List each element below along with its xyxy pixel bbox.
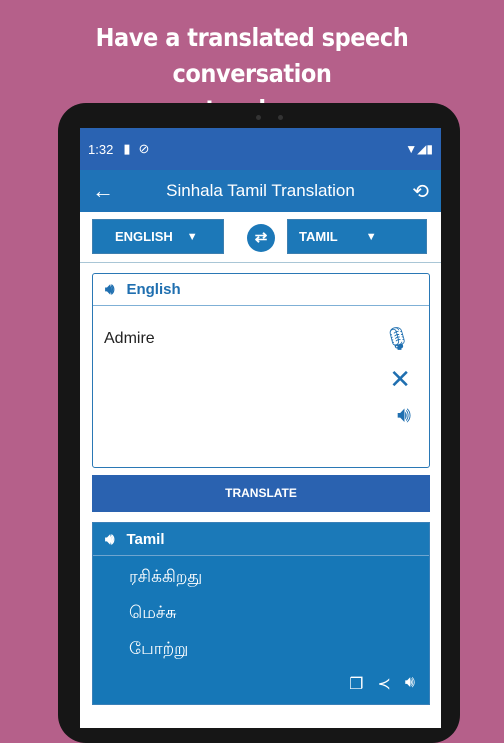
translation-line: மெச்சு [129,603,177,622]
headline-line-1: Have a translated speech conversation [95,23,409,88]
microphone-icon[interactable]: 🎙︎ [383,326,411,352]
input-language-label: English [126,281,181,298]
data-saver-icon: ⊘ [138,141,150,156]
speaker-icon[interactable]: 🔊︎ [397,402,411,428]
sd-card-icon: ▮ [123,141,131,156]
sensor-icon [278,115,283,120]
wifi-signal-battery-icon: ▼◢▮ [405,142,433,156]
copy-icon[interactable]: ❐ [349,674,363,694]
app-screen: 1:32 ▮ ⊘ ▼◢▮ ← Sinhala Tamil Translation… [80,128,441,728]
target-language-label: TAMIL [299,229,338,244]
translation-line: ரசிக்கிறது [129,567,203,586]
chevron-down-icon: ▼ [186,230,198,243]
target-language-dropdown[interactable]: TAMIL ▼ [287,219,427,254]
chevron-down-icon: ▼ [365,230,377,243]
source-language-dropdown[interactable]: ENGLISH ▼ [92,219,224,254]
arrow-left-icon[interactable]: ← [92,178,114,204]
speaker-icon[interactable]: 🔊︎ [105,531,114,548]
source-language-label: ENGLISH [115,229,173,244]
status-bar: 1:32 ▮ ⊘ ▼◢▮ [80,128,441,170]
status-time: 1:32 [88,141,114,157]
output-language-label: Tamil [126,530,165,548]
input-card: 🔊︎ English Admire 🎙︎ ✕ 🔊︎ [92,273,430,468]
divider [80,262,441,263]
close-icon[interactable]: ✕ [389,364,411,395]
speaker-icon[interactable]: 🔊︎ [405,674,415,694]
translation-line: போற்று [129,639,189,658]
language-row: ENGLISH ▼ ⇄ TAMIL ▼ [80,212,441,262]
app-title: Sinhala Tamil Translation [166,181,355,200]
share-icon[interactable]: ≺ [378,674,391,694]
output-card: 🔊︎ Tamil ரசிக்கிறது மெச்சு போற்று ❐ ≺ 🔊︎ [92,522,430,705]
translate-button[interactable]: TRANSLATE [92,475,430,512]
history-icon[interactable]: ⟲ [412,179,429,204]
swap-icon[interactable]: ⇄ [247,224,275,252]
speaker-icon[interactable]: 🔊︎ [105,281,114,298]
app-bar: ← Sinhala Tamil Translation ⟲ [80,170,441,212]
input-text[interactable]: Admire [104,330,155,348]
camera-icon [256,115,261,120]
